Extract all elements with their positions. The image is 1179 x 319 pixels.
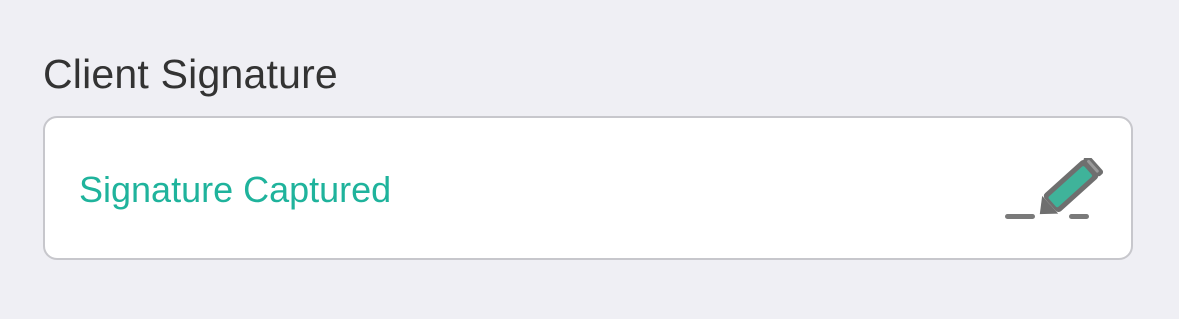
signature-status-text: Signature Captured — [79, 169, 392, 210]
pen-sign-icon — [1003, 155, 1111, 226]
client-signature-label: Client Signature — [43, 51, 338, 97]
signature-field[interactable]: Signature Captured — [43, 116, 1133, 260]
